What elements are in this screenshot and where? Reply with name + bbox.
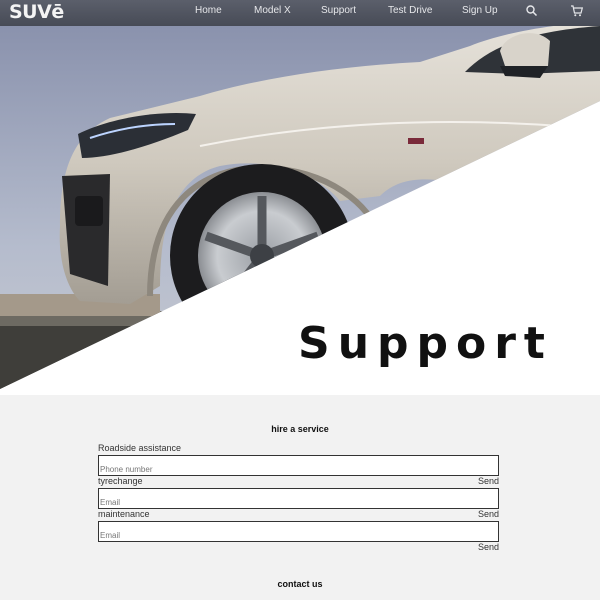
search-icon[interactable] [525, 4, 539, 18]
hire-service-section: hire a service Roadside assistance tyrec… [0, 395, 600, 600]
hire-service-heading: hire a service [271, 424, 329, 434]
service-label-roadside: Roadside assistance [98, 443, 182, 453]
send-button-maintenance[interactable]: Send [478, 509, 499, 519]
nav-link-sign-up[interactable]: Sign Up [462, 5, 498, 16]
tyrechange-email-input[interactable] [98, 488, 499, 509]
top-navbar: SUVē Home Model X Support Test Drive Sig… [0, 0, 600, 26]
nav-link-home[interactable]: Home [195, 5, 222, 16]
nav-link-model-x[interactable]: Model X [254, 5, 291, 16]
hero-banner: Support [0, 26, 600, 395]
cart-icon[interactable] [570, 4, 584, 18]
service-label-tyrechange: tyrechange [98, 476, 143, 486]
send-button-maintenance-submit[interactable]: Send [478, 542, 499, 552]
nav-link-support[interactable]: Support [321, 5, 356, 16]
phone-number-input[interactable] [98, 455, 499, 476]
maintenance-email-input[interactable] [98, 521, 499, 542]
send-button-tyrechange[interactable]: Send [478, 476, 499, 486]
service-label-maintenance: maintenance [98, 509, 150, 519]
page-title: Support [298, 318, 553, 369]
nav-link-test-drive[interactable]: Test Drive [388, 5, 432, 16]
contact-us-heading: contact us [277, 579, 323, 589]
brand-logo[interactable]: SUVē [9, 1, 64, 23]
